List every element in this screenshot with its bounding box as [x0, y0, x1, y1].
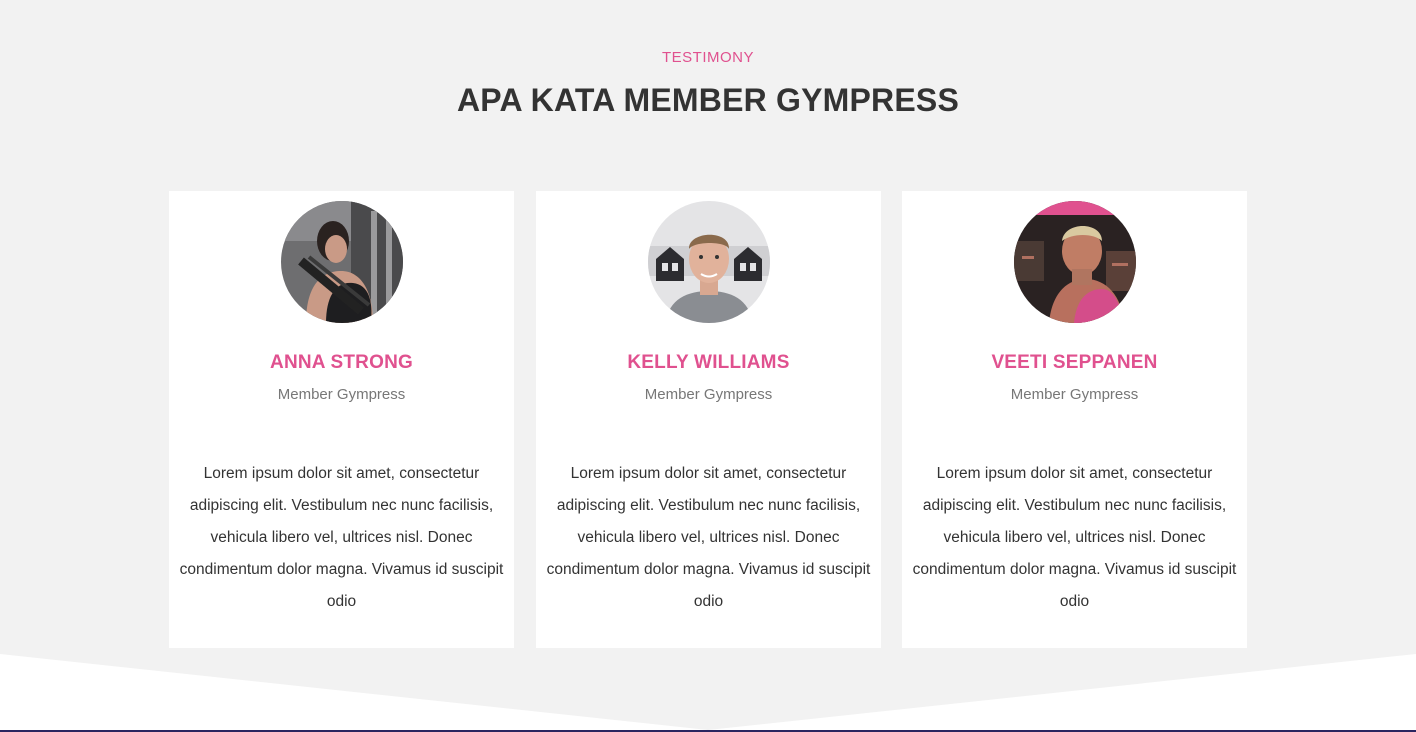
member-role: Member Gympress	[277, 386, 406, 403]
member-role: Member Gympress	[1010, 386, 1139, 403]
section-title: APA KATA MEMBER GYMPRESS	[456, 82, 959, 118]
testimonial-quote: Lorem ipsum dolor sit amet, consectetur …	[179, 465, 504, 610]
testimonial-card: ANNA STRONG Member Gympress Lorem ipsum …	[169, 191, 514, 648]
testimonial-card: KELLY WILLIAMS Member Gympress Lorem ips…	[536, 191, 881, 648]
testimonial-card: VEETI SEPPANEN Member Gympress Lorem ips…	[902, 191, 1247, 648]
testimony-eyebrow: TESTIMONY	[661, 49, 754, 66]
member-name: VEETI SEPPANEN	[991, 352, 1158, 373]
member-role: Member Gympress	[644, 386, 773, 403]
testimonial-quote: Lorem ipsum dolor sit amet, consectetur …	[546, 465, 871, 610]
avatar	[647, 201, 770, 323]
avatar	[1013, 201, 1136, 323]
muscular-man-gym-photo	[1013, 201, 1136, 323]
member-name: KELLY WILLIAMS	[627, 352, 790, 373]
testimonial-quote: Lorem ipsum dolor sit amet, consectetur …	[912, 465, 1237, 610]
section-divider-shape	[0, 654, 1416, 732]
woman-with-rope-photo	[280, 201, 403, 323]
avatar	[280, 201, 403, 323]
young-man-portrait-photo	[647, 201, 770, 323]
member-name: ANNA STRONG	[270, 352, 413, 373]
